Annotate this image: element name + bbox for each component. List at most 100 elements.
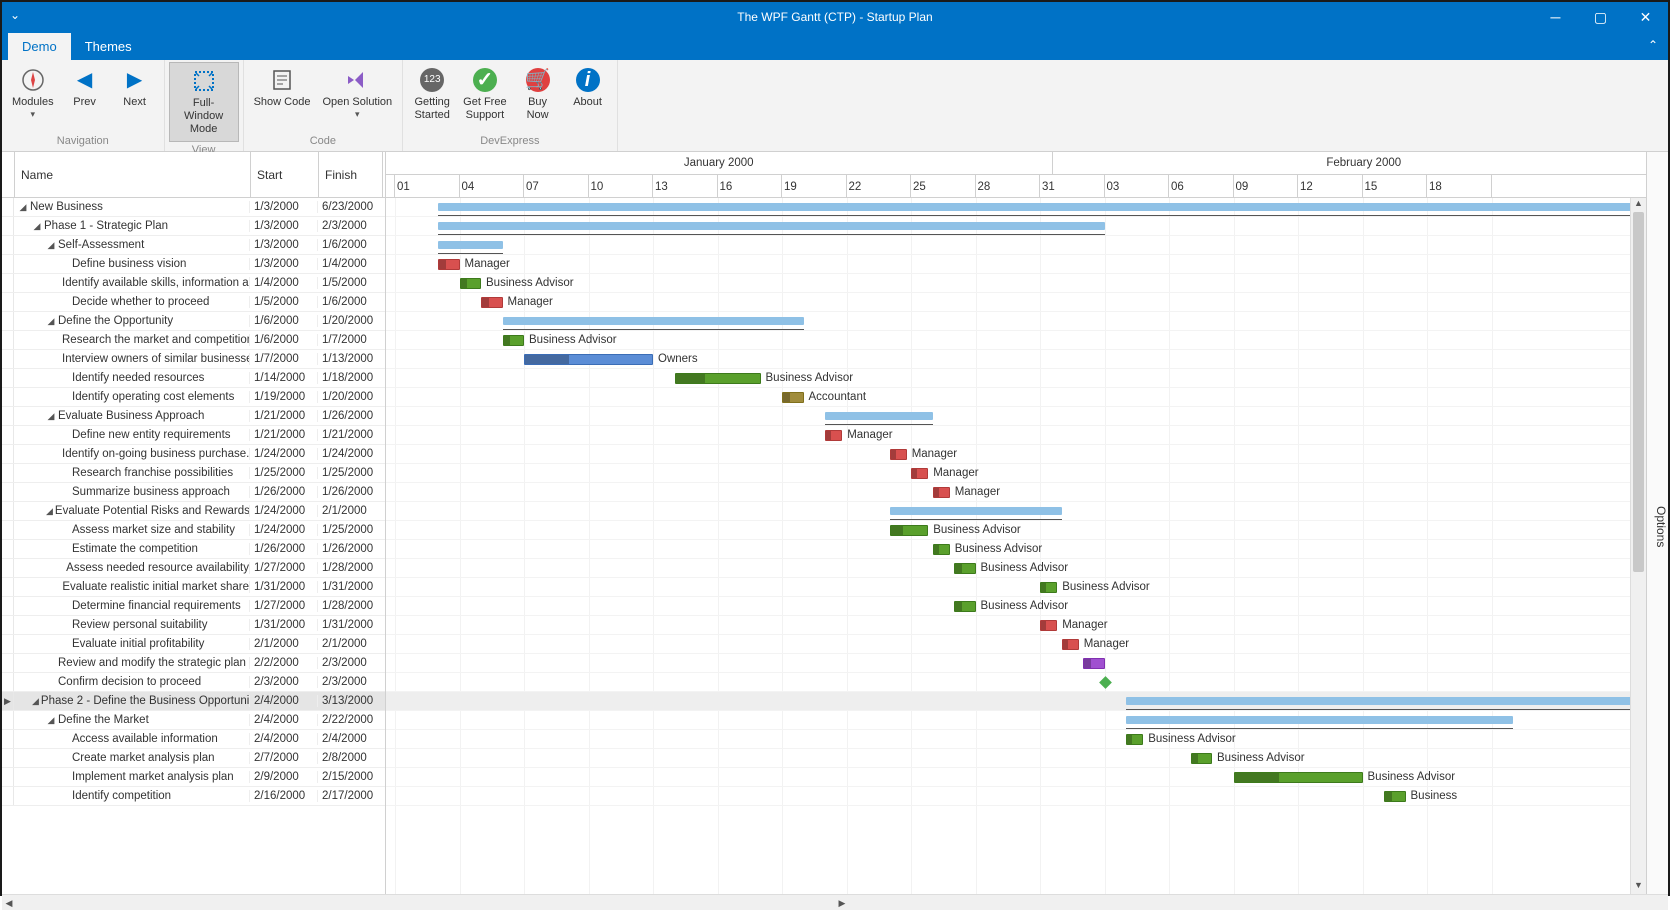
gantt-bar[interactable]: Manager (825, 430, 842, 441)
gantt-row[interactable]: Manager (386, 483, 1646, 502)
task-row[interactable]: Interview owners of similar businesses1/… (2, 350, 385, 369)
close-button[interactable]: ✕ (1623, 2, 1668, 32)
gantt-bar[interactable]: Business Advisor (1234, 772, 1363, 783)
maximize-button[interactable]: ▢ (1578, 2, 1623, 32)
task-row[interactable]: Assess market size and stability1/24/200… (2, 521, 385, 540)
task-row[interactable]: Identify available skills, information a… (2, 274, 385, 293)
task-row[interactable]: Define business vision1/3/20001/4/2000 (2, 255, 385, 274)
task-row[interactable]: Research franchise possibilities1/25/200… (2, 464, 385, 483)
col-start[interactable]: Start (251, 152, 319, 197)
scroll-down-icon[interactable]: ▼ (1631, 880, 1646, 894)
task-row[interactable]: ◢Phase 1 - Strategic Plan1/3/20002/3/200… (2, 217, 385, 236)
gantt-bar[interactable]: Owners (524, 354, 653, 365)
task-row[interactable]: Confirm decision to proceed2/3/20002/3/2… (2, 673, 385, 692)
task-row[interactable]: ◢Evaluate Business Approach1/21/20001/26… (2, 407, 385, 426)
gantt-row[interactable]: Business Advisor (386, 369, 1646, 388)
task-row[interactable]: Identify on-going business purchase...1/… (2, 445, 385, 464)
gantt-bar[interactable]: Business Advisor (1040, 582, 1057, 593)
tab-themes[interactable]: Themes (71, 33, 146, 60)
app-menu-icon[interactable]: ⌄ (10, 8, 20, 22)
expander-icon[interactable]: ◢ (32, 696, 39, 707)
gantt-bar[interactable]: Business Advisor (890, 525, 929, 536)
task-row[interactable]: ▶◢Phase 2 - Define the Business Opportun… (2, 692, 385, 711)
gantt-bar[interactable]: Manager (438, 259, 460, 270)
gantt-bar[interactable] (438, 241, 503, 249)
modules-button[interactable]: Modules ▾ (6, 62, 60, 124)
col-finish[interactable]: Finish (319, 152, 383, 197)
gantt-bar[interactable]: Business Advisor (460, 278, 482, 289)
task-row[interactable]: Decide whether to proceed1/5/20001/6/200… (2, 293, 385, 312)
expander-icon[interactable]: ◢ (46, 240, 56, 251)
task-row[interactable]: Determine financial requirements1/27/200… (2, 597, 385, 616)
gantt-bar[interactable]: Business (1384, 791, 1406, 802)
task-row[interactable]: Research the market and competition1/6/2… (2, 331, 385, 350)
gantt-row[interactable] (386, 236, 1646, 255)
gantt-row[interactable]: Business Advisor (386, 597, 1646, 616)
gantt-row[interactable]: Business Advisor (386, 559, 1646, 578)
gantt-bar[interactable]: Business Advisor (933, 544, 950, 555)
task-row[interactable]: Identify competition2/16/20002/17/2000 (2, 787, 385, 806)
gantt-row[interactable]: Manager (386, 426, 1646, 445)
task-row[interactable]: Evaluate initial profitability2/1/20002/… (2, 635, 385, 654)
gantt-bar[interactable]: Business Advisor (954, 601, 976, 612)
col-name[interactable]: Name (15, 152, 251, 197)
task-row[interactable]: ◢New Business1/3/20006/23/2000 (2, 198, 385, 217)
task-row[interactable]: Review and modify the strategic plan2/2/… (2, 654, 385, 673)
gantt-bar[interactable]: Manager (911, 468, 928, 479)
next-button[interactable]: ▶ Next (110, 62, 160, 113)
gantt-row[interactable]: Manager (386, 293, 1646, 312)
collapse-ribbon-icon[interactable]: ⌃ (1648, 38, 1658, 52)
task-row[interactable]: Identify needed resources1/14/20001/18/2… (2, 369, 385, 388)
task-row[interactable]: ◢Define the Opportunity1/6/20001/20/2000 (2, 312, 385, 331)
prev-button[interactable]: ◀ Prev (60, 62, 110, 113)
showcode-button[interactable]: Show Code (248, 62, 317, 113)
gantt-row[interactable]: Manager (386, 255, 1646, 274)
gantt-row[interactable]: Owners (386, 350, 1646, 369)
gantt-bar[interactable]: Accountant (782, 392, 804, 403)
gantt-bar[interactable] (825, 412, 933, 420)
gantt-bar[interactable] (1083, 658, 1105, 669)
task-row[interactable]: Define new entity requirements1/21/20001… (2, 426, 385, 445)
task-row[interactable]: Assess needed resource availability1/27/… (2, 559, 385, 578)
gantt-bar[interactable]: Manager (933, 487, 950, 498)
gantt-chart[interactable]: January 2000February 2000 01040710131619… (386, 152, 1646, 894)
gantt-row[interactable]: Business Advisor (386, 521, 1646, 540)
gantt-row[interactable]: Business Advisor (386, 730, 1646, 749)
task-row[interactable]: Implement market analysis plan2/9/20002/… (2, 768, 385, 787)
gantt-bar[interactable] (438, 222, 1105, 230)
hscroll-right-icon[interactable]: ▶ (835, 895, 849, 910)
gantt-bar[interactable] (438, 203, 1646, 211)
task-row[interactable]: Estimate the competition1/26/20001/26/20… (2, 540, 385, 559)
expander-icon[interactable]: ◢ (32, 221, 42, 232)
task-row[interactable]: ◢Define the Market2/4/20002/22/2000 (2, 711, 385, 730)
gantt-row[interactable]: Business Advisor (386, 274, 1646, 293)
gantt-bar[interactable] (503, 317, 804, 325)
gantt-row[interactable] (386, 217, 1646, 236)
task-row[interactable]: Review personal suitability1/31/20001/31… (2, 616, 385, 635)
milestone-marker[interactable] (1099, 676, 1112, 689)
fullwindow-button[interactable]: Full-Window Mode (169, 62, 239, 142)
options-panel[interactable]: Options (1646, 152, 1668, 894)
gantt-row[interactable]: Accountant (386, 388, 1646, 407)
expander-icon[interactable]: ◢ (46, 411, 56, 422)
gantt-row[interactable] (386, 654, 1646, 673)
gantt-row[interactable] (386, 692, 1646, 711)
gantt-bar[interactable]: Manager (890, 449, 907, 460)
opensolution-button[interactable]: Open Solution ▾ (316, 62, 398, 124)
task-row[interactable]: ◢Evaluate Potential Risks and Rewards1/2… (2, 502, 385, 521)
vertical-scrollbar[interactable]: ▲ ▼ (1630, 198, 1646, 894)
gantt-row[interactable]: Manager (386, 445, 1646, 464)
gantt-bar[interactable]: Manager (1062, 639, 1079, 650)
gantt-bar[interactable]: Business Advisor (1126, 734, 1143, 745)
task-row[interactable]: Create market analysis plan2/7/20002/8/2… (2, 749, 385, 768)
buynow-button[interactable]: 🛒 Buy Now (513, 62, 563, 126)
gantt-row[interactable] (386, 407, 1646, 426)
hscroll-left-icon[interactable]: ◀ (2, 895, 16, 910)
minimize-button[interactable]: ─ (1533, 2, 1578, 32)
gantt-row[interactable]: Business (386, 787, 1646, 806)
gantt-row[interactable]: Manager (386, 464, 1646, 483)
expander-icon[interactable]: ◢ (46, 506, 53, 517)
horizontal-scrollbar[interactable]: ◀ ▶ (2, 894, 1668, 910)
gantt-row[interactable]: Business Advisor (386, 578, 1646, 597)
task-row[interactable]: Evaluate realistic initial market share1… (2, 578, 385, 597)
